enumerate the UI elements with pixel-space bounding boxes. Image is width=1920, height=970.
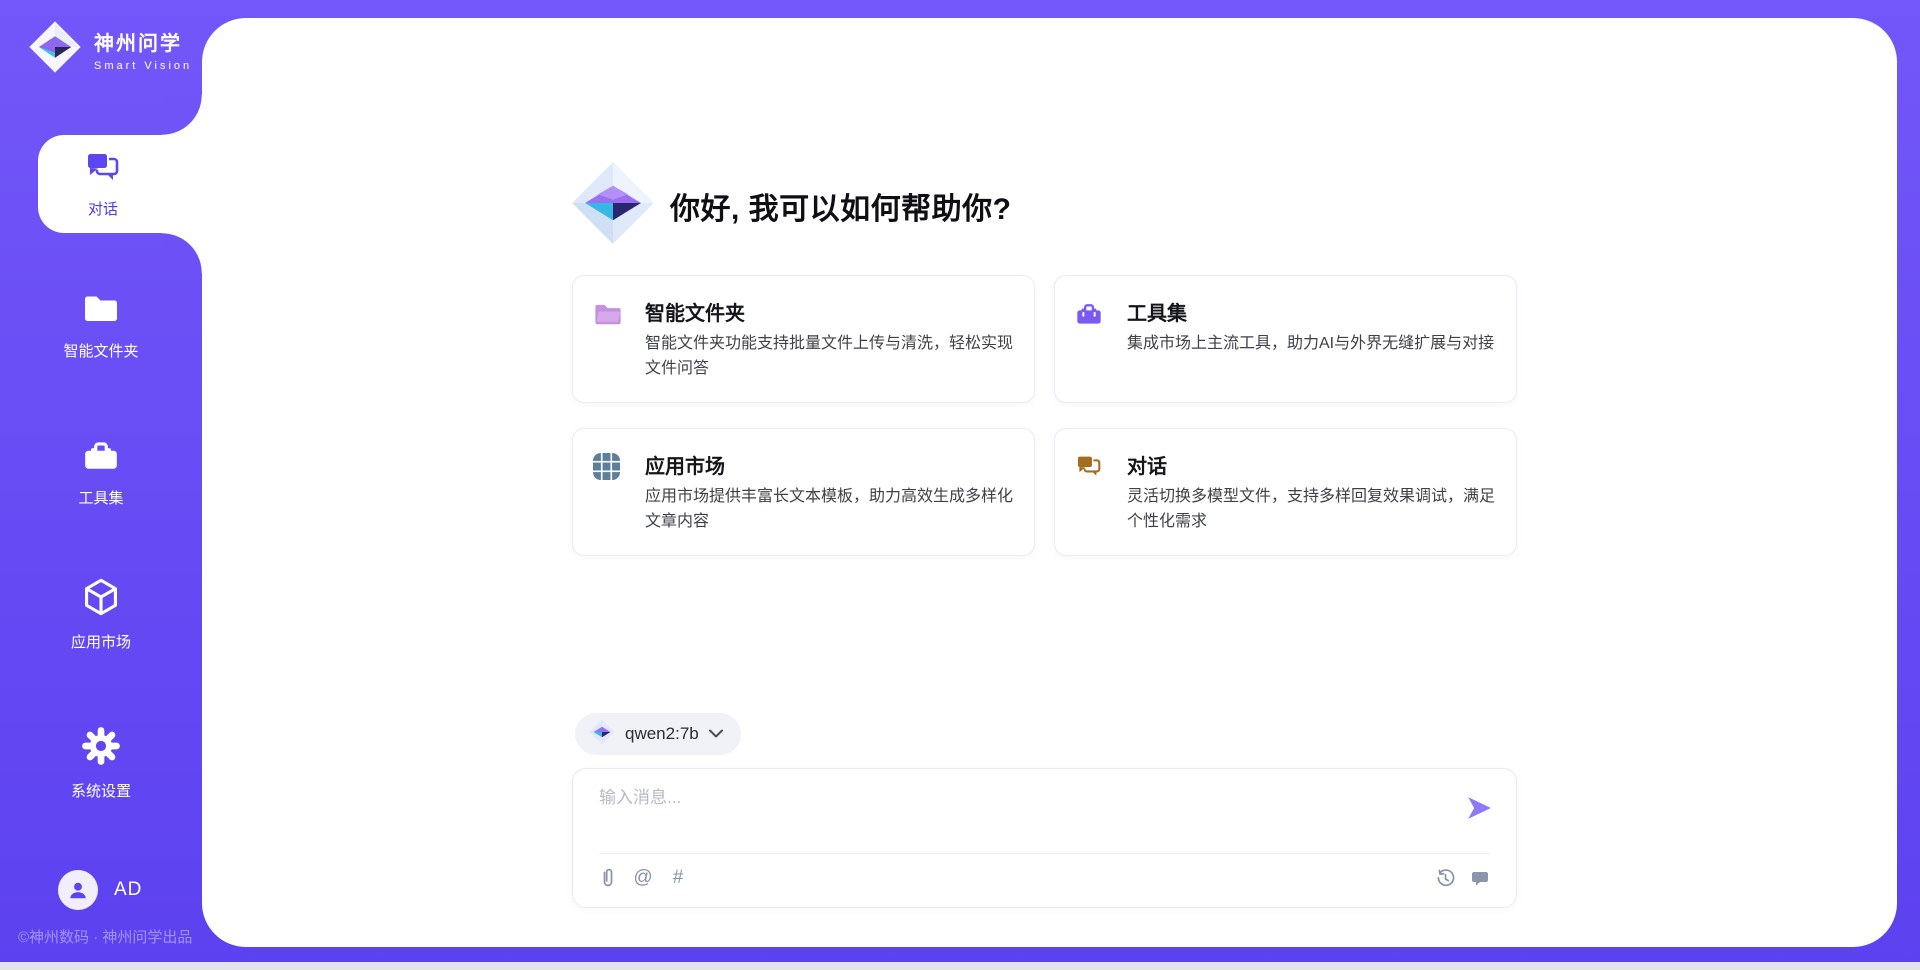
card-title: 应用市场 <box>645 450 725 479</box>
brand-diamond-icon <box>570 160 656 251</box>
greeting-text: 你好, 我可以如何帮助你? <box>670 184 1012 228</box>
copyright-text: ©神州数码 · 神州问学出品 <box>18 926 192 947</box>
brand: 神州问学 Smart Vision <box>28 20 192 79</box>
toolbox-icon <box>82 437 120 478</box>
message-composer: @ # <box>572 768 1517 908</box>
chevron-down-icon <box>709 725 723 743</box>
sidebar-item-toolset[interactable]: 工具集 <box>0 437 202 508</box>
card-title: 工具集 <box>1127 297 1187 326</box>
folder-icon <box>82 290 120 331</box>
model-selector[interactable]: qwen2:7b <box>575 713 741 755</box>
sidebar-item-settings[interactable]: 系统设置 <box>0 726 202 801</box>
brand-diamond-icon <box>28 20 82 79</box>
user-initials: AD <box>114 879 142 901</box>
feedback-icon[interactable] <box>1470 867 1492 889</box>
hero: 你好, 我可以如何帮助你? <box>570 160 1012 251</box>
card-title: 对话 <box>1127 450 1167 479</box>
card-description: 应用市场提供丰富长文本模板，助力高效生成多样化文章内容 <box>645 485 1023 535</box>
sidebar-item-app-market[interactable]: 应用市场 <box>0 577 202 652</box>
card-description: 灵活切换多模型文件，支持多样回复效果调试，满足个性化需求 <box>1127 485 1505 535</box>
card-smart-folder[interactable]: 智能文件夹 智能文件夹功能支持批量文件上传与清洗，轻松实现文件问答 <box>572 275 1035 403</box>
tab-fillet-bottom <box>162 233 202 273</box>
card-description: 集成市场上主流工具，助力AI与外界无缝扩展与对接 <box>1127 332 1505 357</box>
composer-divider <box>599 853 1490 854</box>
brand-diamond-icon <box>589 719 615 750</box>
sidebar-item-label: 对话 <box>88 198 118 219</box>
toolbox-icon <box>1075 300 1103 332</box>
folder-icon <box>593 300 623 333</box>
message-input[interactable] <box>599 783 1449 841</box>
chat-bubbles-icon <box>1075 453 1103 486</box>
history-icon[interactable] <box>1434 867 1456 889</box>
sidebar-item-label: 工具集 <box>78 487 123 508</box>
sidebar-item-chat[interactable]: 对话 <box>38 135 202 233</box>
cube-icon <box>81 577 121 622</box>
brand-text: 神州问学 Smart Vision <box>94 27 192 72</box>
send-icon <box>1466 796 1492 820</box>
card-description: 智能文件夹功能支持批量文件上传与清洗，轻松实现文件问答 <box>645 332 1023 382</box>
chat-bubbles-icon <box>84 149 122 192</box>
card-chat[interactable]: 对话 灵活切换多模型文件，支持多样回复效果调试，满足个性化需求 <box>1054 428 1517 556</box>
brand-name: 神州问学 <box>94 27 192 56</box>
gear-icon <box>81 726 121 771</box>
grid-icon <box>593 453 620 485</box>
app-root: 神州问学 Smart Vision 对话 智能文件夹 <box>0 0 1920 970</box>
card-toolset[interactable]: 工具集 集成市场上主流工具，助力AI与外界无缝扩展与对接 <box>1054 275 1517 403</box>
mention-icon[interactable]: @ <box>632 867 654 889</box>
sidebar-item-label: 应用市场 <box>71 631 131 652</box>
card-title: 智能文件夹 <box>645 297 745 326</box>
card-app-market[interactable]: 应用市场 应用市场提供丰富长文本模板，助力高效生成多样化文章内容 <box>572 428 1035 556</box>
avatar <box>58 870 98 910</box>
sidebar-item-label: 系统设置 <box>71 780 131 801</box>
send-button[interactable] <box>1464 793 1494 823</box>
composer-tools-left: @ # <box>597 867 689 889</box>
composer-tools-right <box>1434 867 1492 889</box>
tab-fillet-top <box>162 95 202 135</box>
brand-subtitle: Smart Vision <box>94 60 192 72</box>
sidebar-item-label: 智能文件夹 <box>63 340 138 361</box>
sidebar-item-smart-folder[interactable]: 智能文件夹 <box>0 290 202 361</box>
person-icon <box>67 879 89 901</box>
model-selector-value: qwen2:7b <box>625 724 699 744</box>
user-profile[interactable]: AD <box>58 870 142 910</box>
hash-icon[interactable]: # <box>667 867 689 889</box>
bottom-strip <box>0 962 1920 970</box>
attachment-icon[interactable] <box>597 867 619 889</box>
